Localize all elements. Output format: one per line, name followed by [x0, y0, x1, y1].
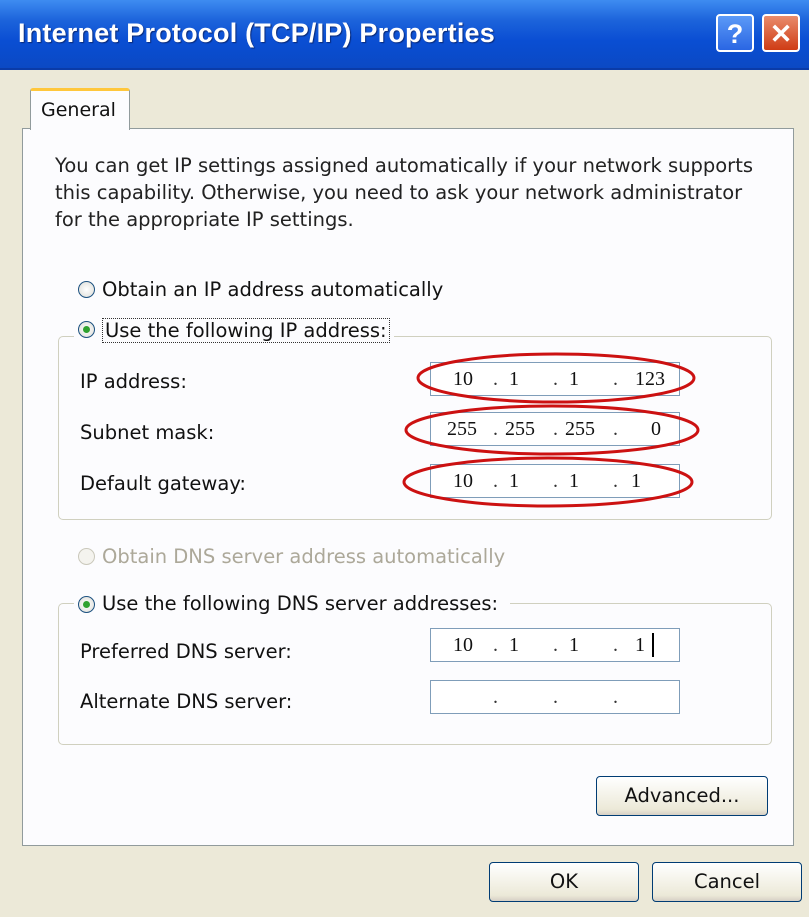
- text-caret: [652, 633, 654, 657]
- cancel-button[interactable]: Cancel: [652, 862, 802, 902]
- ok-button-label: OK: [549, 870, 579, 893]
- advanced-button[interactable]: Advanced...: [596, 776, 768, 816]
- help-button[interactable]: ?: [716, 14, 754, 52]
- alternate-dns-input[interactable]: . . .: [430, 680, 680, 714]
- obtain-dns-auto-label: Obtain DNS server address automatically: [102, 545, 506, 568]
- advanced-button-label: Advanced...: [624, 784, 740, 807]
- help-icon: ?: [726, 19, 744, 49]
- cancel-button-label: Cancel: [693, 870, 761, 893]
- use-dns-radio[interactable]: [78, 596, 95, 613]
- alternate-dns-label: Alternate DNS server:: [80, 690, 293, 713]
- obtain-ip-auto-radio[interactable]: [78, 281, 95, 298]
- ip-address-input[interactable]: 10 . 1 . 1 . 123: [430, 362, 680, 396]
- subnet-mask-input[interactable]: 255 . 255 . 255 . 0: [430, 412, 680, 446]
- ok-button[interactable]: OK: [489, 862, 639, 902]
- tcpip-properties-dialog: Internet Protocol (TCP/IP) Properties ? …: [0, 0, 809, 917]
- obtain-dns-auto-radio: [78, 548, 95, 565]
- use-dns-label[interactable]: Use the following DNS server addresses:: [102, 592, 498, 615]
- subnet-mask-label: Subnet mask:: [80, 421, 215, 444]
- use-ip-radio[interactable]: [78, 321, 95, 338]
- close-button[interactable]: ✕: [762, 14, 800, 52]
- use-ip-label[interactable]: Use the following IP address:: [102, 318, 390, 343]
- title-bar[interactable]: Internet Protocol (TCP/IP) Properties ? …: [0, 0, 809, 70]
- window-title: Internet Protocol (TCP/IP) Properties: [18, 18, 495, 48]
- ip-address-label: IP address:: [80, 370, 187, 393]
- obtain-ip-auto-label[interactable]: Obtain an IP address automatically: [102, 278, 443, 301]
- default-gateway-input[interactable]: 10 . 1 . 1 . 1: [430, 464, 680, 498]
- default-gateway-label: Default gateway:: [80, 472, 247, 495]
- preferred-dns-input[interactable]: 10 . 1 . 1 . 1: [430, 628, 680, 662]
- dns-group: [58, 603, 772, 745]
- tab-general[interactable]: General: [30, 88, 130, 130]
- close-icon: ✕: [769, 19, 793, 49]
- description-text: You can get IP settings assigned automat…: [55, 154, 754, 231]
- preferred-dns-label: Preferred DNS server:: [80, 640, 292, 663]
- tab-general-label: General: [41, 99, 116, 121]
